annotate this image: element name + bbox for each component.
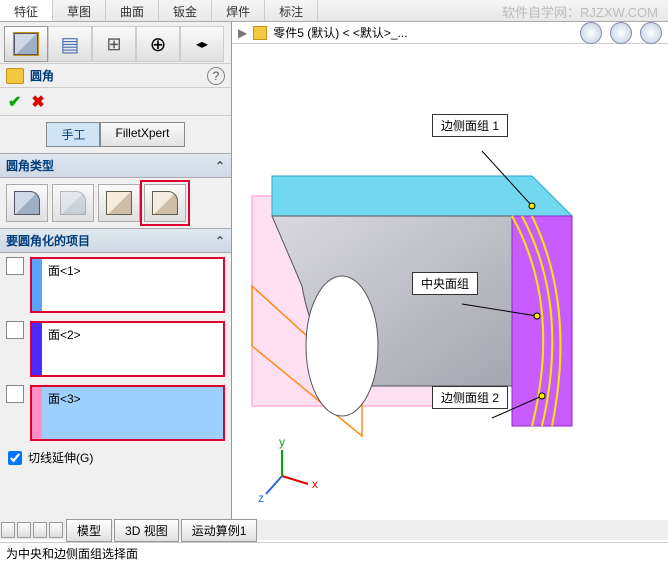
color-swatch-3	[32, 387, 42, 439]
face-icon	[6, 257, 24, 275]
nav-next-icon[interactable]	[33, 522, 47, 538]
type-variable[interactable]	[52, 184, 94, 222]
ok-button[interactable]: ✔	[8, 92, 21, 112]
color-swatch-2	[32, 323, 42, 375]
part-icon	[253, 26, 267, 40]
type-full-round[interactable]	[144, 184, 186, 222]
tab-feature[interactable]: 特征	[0, 0, 53, 21]
doc-name: 零件5 (默认) < <默认>_...	[273, 24, 407, 41]
faceset-2-row: 面<2>	[0, 317, 231, 381]
pm-tab-feature[interactable]	[4, 26, 48, 62]
pm-tab-tree[interactable]: ⊞	[92, 26, 136, 62]
tab-sheetmetal[interactable]: 钣金	[159, 0, 212, 21]
btab-3dview[interactable]: 3D 视图	[114, 519, 179, 542]
mode-manual[interactable]: 手工	[46, 122, 100, 147]
svg-text:x: x	[312, 477, 318, 491]
zoom-area-icon[interactable]	[610, 22, 632, 44]
tangent-row: 切线延伸(G)	[0, 445, 231, 470]
btab-motion[interactable]: 运动算例1	[181, 519, 258, 542]
section-items[interactable]: 要圆角化的项目 ⌃	[0, 228, 231, 253]
svg-text:y: y	[279, 435, 285, 449]
chevron-up-icon: ⌃	[215, 234, 225, 248]
bottom-tabs: 模型 3D 视图 运动算例1	[0, 520, 668, 540]
section-items-label: 要圆角化的项目	[6, 232, 90, 249]
type-face[interactable]	[98, 184, 140, 222]
btab-model[interactable]: 模型	[66, 519, 112, 542]
tab-weldment[interactable]: 焊件	[212, 0, 265, 21]
watermark-text: 软件自学网：RJZXW.COM	[502, 2, 658, 21]
nav-prev-icon[interactable]	[17, 522, 31, 538]
nav-last-icon[interactable]	[49, 522, 63, 538]
svg-text:z: z	[258, 491, 264, 505]
help-icon[interactable]: ?	[207, 67, 225, 85]
pm-tab-design[interactable]: ▤	[48, 26, 92, 62]
pm-tab-datum[interactable]: ⊕	[136, 26, 180, 62]
feature-header: 圆角 ?	[0, 64, 231, 88]
faceset-3-row: 面<3>	[0, 381, 231, 445]
feature-title: 圆角	[30, 67, 54, 84]
faceset-2-item[interactable]: 面<2>	[42, 323, 223, 375]
top-tabs: 特征 草图 曲面 钣金 焊件 标注 软件自学网：RJZXW.COM	[0, 0, 668, 22]
property-manager: ▤ ⊞ ⊕ ◂▸ 圆角 ? ✔ ✖ 手工 FilletXpert 圆角类型 ⌃	[0, 22, 232, 540]
face-icon	[6, 321, 24, 339]
section-fillet-type-label: 圆角类型	[6, 157, 54, 174]
faceset-3-list[interactable]: 面<3>	[30, 385, 225, 441]
nav-first-icon[interactable]	[1, 522, 15, 538]
faceset-2-list[interactable]: 面<2>	[30, 321, 225, 377]
tab-sketch[interactable]: 草图	[53, 0, 106, 21]
view-tools	[580, 22, 662, 44]
zoom-prev-icon[interactable]	[640, 22, 662, 44]
cancel-button[interactable]: ✖	[31, 92, 44, 112]
fillet-type-options	[0, 178, 231, 228]
mode-switch: 手工 FilletXpert	[0, 116, 231, 153]
callout-side2[interactable]: 边侧面组 2	[432, 386, 508, 409]
tab-annotation[interactable]: 标注	[265, 0, 318, 21]
chevron-up-icon: ⌃	[215, 159, 225, 173]
mode-filletxpert[interactable]: FilletXpert	[100, 122, 184, 147]
faceset-1-list[interactable]: 面<1>	[30, 257, 225, 313]
callout-center[interactable]: 中央面组	[412, 272, 478, 295]
tree-toggle-icon[interactable]: ▶	[238, 26, 247, 40]
faceset-3-item[interactable]: 面<3>	[42, 387, 223, 439]
graphics-area[interactable]: ▶ 零件5 (默认) < <默认>_...	[232, 22, 668, 540]
color-swatch-1	[32, 259, 42, 311]
callout-side1[interactable]: 边侧面组 1	[432, 114, 508, 137]
face-icon	[6, 385, 24, 403]
fillet-icon	[6, 68, 24, 84]
type-constant[interactable]	[6, 184, 48, 222]
pm-tabs: ▤ ⊞ ⊕ ◂▸	[0, 22, 231, 64]
faceset-1-row: 面<1>	[0, 253, 231, 317]
faceset-1-item[interactable]: 面<1>	[42, 259, 223, 311]
confirm-row: ✔ ✖	[0, 88, 231, 116]
status-bar: 为中央和边侧面组选择面	[0, 542, 668, 562]
pm-tab-more[interactable]: ◂▸	[180, 26, 224, 62]
tangent-checkbox[interactable]	[8, 451, 22, 465]
section-fillet-type[interactable]: 圆角类型 ⌃	[0, 153, 231, 178]
tangent-label: 切线延伸(G)	[28, 449, 93, 466]
zoom-fit-icon[interactable]	[580, 22, 602, 44]
tab-surface[interactable]: 曲面	[106, 0, 159, 21]
